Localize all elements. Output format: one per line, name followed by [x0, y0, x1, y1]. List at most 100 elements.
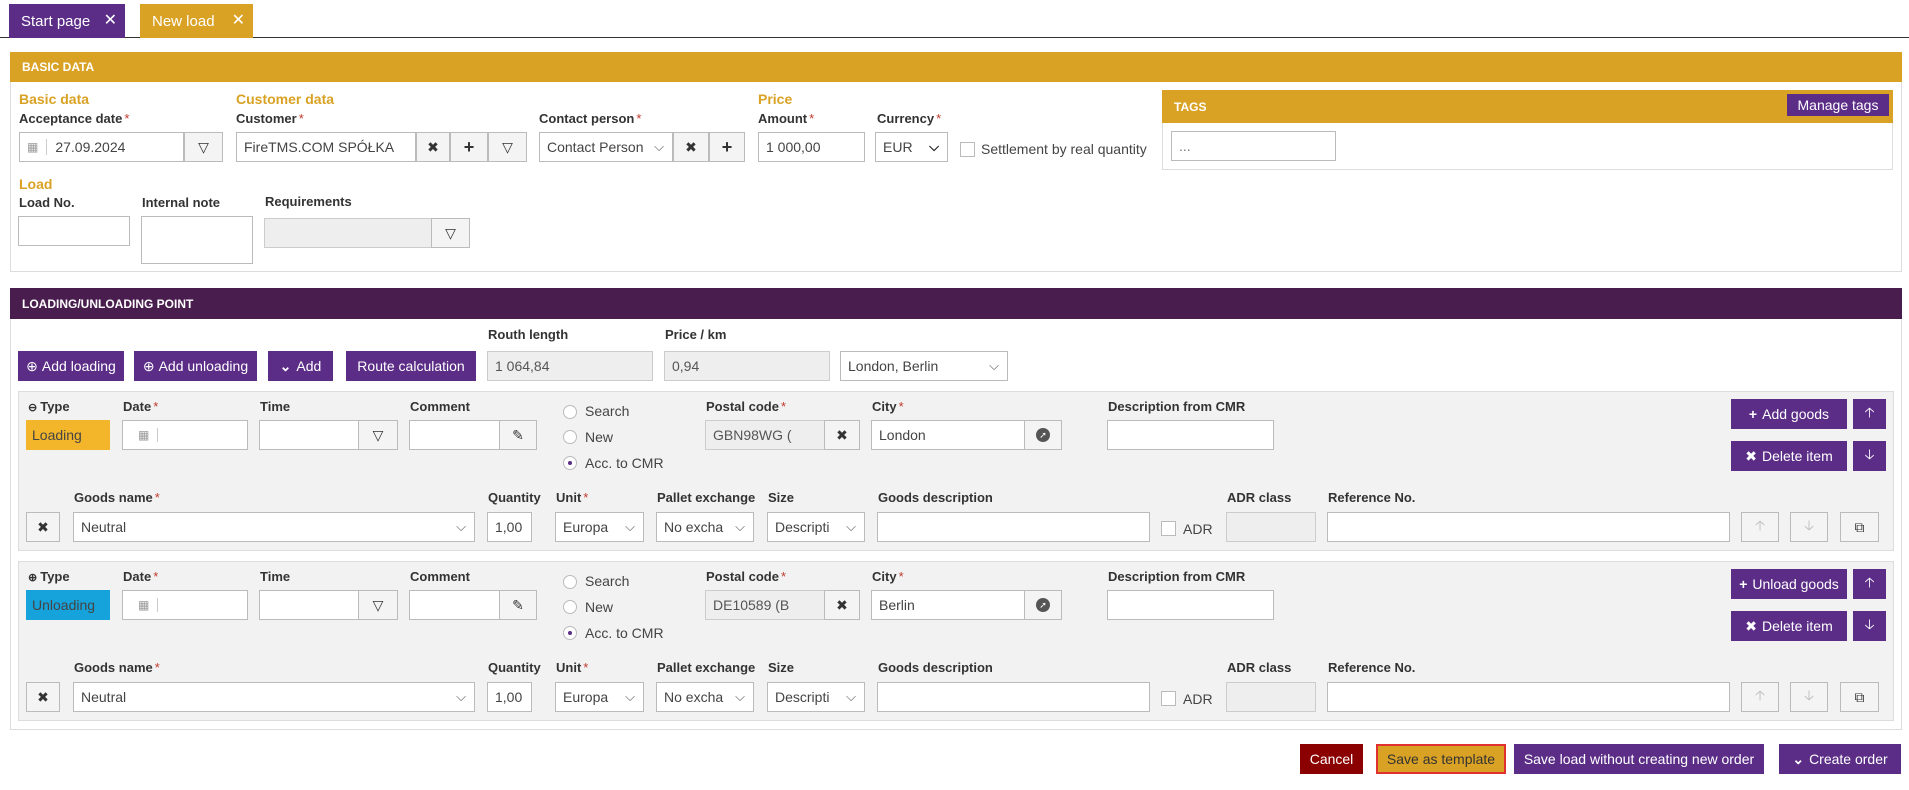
city-locate-button[interactable]: ➚: [1024, 590, 1062, 620]
add-goods-button[interactable]: + Add goods: [1731, 399, 1847, 429]
contact-person-select[interactable]: Contact Person ⌵: [539, 132, 673, 162]
load-no-field[interactable]: [18, 216, 130, 246]
delete-item-button[interactable]: ✖ Delete item: [1731, 611, 1847, 641]
move-up-button[interactable]: 🡡: [1853, 399, 1886, 429]
close-icon[interactable]: ✕: [104, 12, 117, 30]
cancel-button[interactable]: Cancel: [1300, 744, 1363, 774]
close-icon: ✖: [836, 596, 848, 613]
reference-no-field[interactable]: [1327, 682, 1730, 712]
requirements-filter-button[interactable]: ▽: [431, 218, 470, 248]
date-field[interactable]: ▦: [122, 590, 248, 620]
arrow-up-icon: 🡡: [1754, 687, 1766, 703]
customer-clear-button[interactable]: ✖: [416, 132, 450, 162]
pallet-exchange-select[interactable]: No excha ⌵: [656, 512, 754, 542]
reference-no-field[interactable]: [1327, 512, 1730, 542]
comment-edit-button[interactable]: ✎: [499, 590, 537, 620]
remove-goods-button[interactable]: ✖: [26, 682, 60, 712]
goods-description-label: Goods description: [878, 660, 993, 675]
calendar-icon: ▦: [138, 428, 159, 442]
city-field[interactable]: London: [871, 420, 1025, 450]
goods-name-select[interactable]: Neutral ⌵: [73, 512, 475, 542]
customer-field[interactable]: FireTMS.COM SPÓŁKA: [236, 132, 416, 162]
tab-start-page[interactable]: Start page ✕: [9, 4, 125, 38]
add-loading-button[interactable]: ⊕ Add loading: [18, 351, 124, 381]
tab-new-load[interactable]: New load ✕: [140, 4, 253, 38]
city-field[interactable]: Berlin: [871, 590, 1025, 620]
goods-copy-button[interactable]: ⧉: [1840, 512, 1879, 542]
description-cmr-field[interactable]: [1107, 420, 1274, 450]
create-order-button[interactable]: ⌄ Create order: [1779, 744, 1901, 774]
search-radio[interactable]: [563, 575, 577, 589]
date-field[interactable]: ▦: [122, 420, 248, 450]
delete-item-button[interactable]: ✖ Delete item: [1731, 441, 1847, 471]
chevron-down-icon: ⌄: [279, 357, 292, 374]
acc-cmr-radio[interactable]: [563, 456, 577, 470]
customer-filter-button[interactable]: ▽: [488, 132, 527, 162]
collapse-icon[interactable]: ⊖: [28, 402, 37, 414]
goods-up-button[interactable]: 🡡: [1741, 682, 1779, 712]
contact-clear-button[interactable]: ✖: [673, 132, 709, 162]
move-down-button[interactable]: 🡣: [1853, 441, 1886, 471]
chevron-down-icon: ⌵: [846, 689, 856, 704]
move-up-button[interactable]: 🡡: [1853, 569, 1886, 599]
goods-description-field[interactable]: [877, 682, 1150, 712]
goods-up-button[interactable]: 🡡: [1741, 512, 1779, 542]
unload-goods-button[interactable]: + Unload goods: [1731, 569, 1847, 599]
requirements-field[interactable]: [264, 218, 432, 248]
city-locate-button[interactable]: ➚: [1024, 420, 1062, 450]
close-icon[interactable]: ✕: [232, 12, 245, 30]
route-calculation-button[interactable]: Route calculation: [346, 351, 476, 381]
tags-input[interactable]: ...: [1171, 131, 1336, 161]
postal-clear-button[interactable]: ✖: [824, 420, 860, 450]
goods-description-field[interactable]: [877, 512, 1150, 542]
comment-field[interactable]: [409, 590, 500, 620]
unit-label: Unit *: [556, 490, 589, 505]
new-radio[interactable]: [563, 430, 577, 444]
description-cmr-field[interactable]: [1107, 590, 1274, 620]
save-load-button[interactable]: Save load without creating new order: [1514, 744, 1764, 774]
save-as-template-button[interactable]: Save as template: [1376, 744, 1506, 774]
route-select[interactable]: London, Berlin ⌵: [840, 351, 1008, 381]
goods-down-button[interactable]: 🡣: [1790, 682, 1828, 712]
quantity-field[interactable]: 1,00: [487, 512, 532, 542]
expand-icon[interactable]: ⊕: [28, 572, 37, 584]
contact-add-button[interactable]: +: [709, 132, 745, 162]
add-unloading-button[interactable]: ⊕ Add unloading: [134, 351, 257, 381]
time-field[interactable]: [259, 420, 359, 450]
chevron-down-icon: ⌵: [456, 689, 466, 704]
time-filter-button[interactable]: ▽: [358, 590, 398, 620]
add-button[interactable]: ⌄ Add: [268, 351, 333, 381]
date-filter-button[interactable]: ▽: [184, 132, 223, 162]
move-down-button[interactable]: 🡣: [1853, 611, 1886, 641]
comment-edit-button[interactable]: ✎: [499, 420, 537, 450]
size-select[interactable]: Descripti ⌵: [767, 512, 865, 542]
unit-select[interactable]: Europa ⌵: [555, 682, 644, 712]
postal-clear-button[interactable]: ✖: [824, 590, 860, 620]
quantity-field[interactable]: 1,00: [487, 682, 532, 712]
unit-select[interactable]: Europa ⌵: [555, 512, 644, 542]
goods-copy-button[interactable]: ⧉: [1840, 682, 1879, 712]
time-field[interactable]: [259, 590, 359, 620]
pallet-exchange-select[interactable]: No excha ⌵: [656, 682, 754, 712]
postal-code-field[interactable]: DE10589 (B: [705, 590, 825, 620]
adr-checkbox[interactable]: [1161, 691, 1176, 706]
time-filter-button[interactable]: ▽: [358, 420, 398, 450]
settlement-checkbox[interactable]: [960, 142, 975, 157]
basic-data-heading: Basic data: [19, 91, 90, 107]
internal-note-field[interactable]: [141, 216, 253, 264]
goods-down-button[interactable]: 🡣: [1790, 512, 1828, 542]
new-radio[interactable]: [563, 600, 577, 614]
comment-field[interactable]: [409, 420, 500, 450]
currency-select[interactable]: EUR ⌵: [875, 132, 948, 162]
size-select[interactable]: Descripti ⌵: [767, 682, 865, 712]
acceptance-date-field[interactable]: ▦ 27.09.2024: [19, 132, 184, 162]
adr-checkbox[interactable]: [1161, 521, 1176, 536]
acc-cmr-radio[interactable]: [563, 626, 577, 640]
customer-add-button[interactable]: +: [450, 132, 488, 162]
goods-name-select[interactable]: Neutral ⌵: [73, 682, 475, 712]
search-radio[interactable]: [563, 405, 577, 419]
remove-goods-button[interactable]: ✖: [26, 512, 60, 542]
manage-tags-button[interactable]: Manage tags: [1787, 94, 1889, 116]
postal-code-field[interactable]: GBN98WG (: [705, 420, 825, 450]
amount-field[interactable]: 1 000,00: [758, 132, 865, 162]
